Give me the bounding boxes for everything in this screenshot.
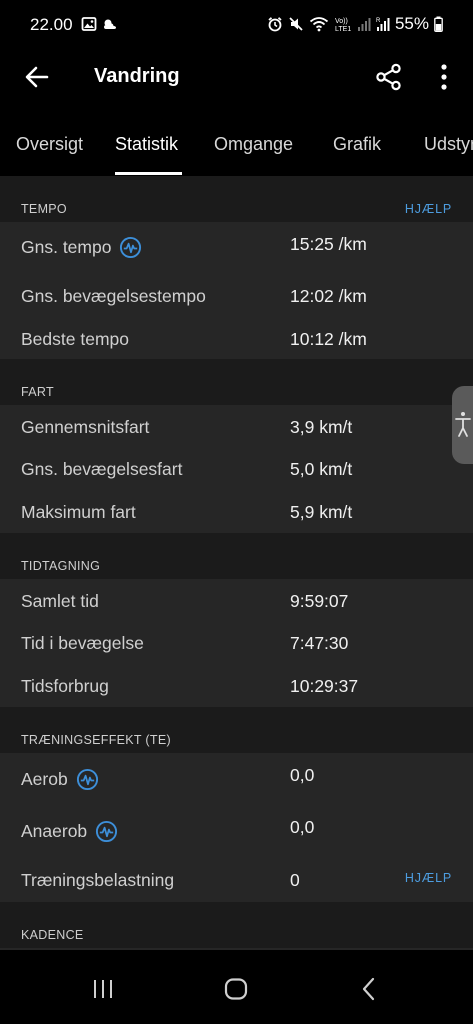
section-title: TIDTAGNING: [21, 559, 101, 573]
battery-icon: [434, 16, 443, 32]
gallery-icon: [81, 17, 97, 31]
row-value-anaerob: 0,0: [290, 817, 315, 837]
weather-icon: [104, 19, 116, 29]
heartbeat-info-icon[interactable]: [95, 820, 118, 843]
row-value-gns-bevaegelsesfart: 5,0 km/t: [290, 459, 353, 479]
status-system-icons: Vo)) LTE1 R 55%: [267, 14, 443, 34]
row-value-maksimum-fart: 5,9 km/t: [290, 502, 353, 522]
tempo-help-link[interactable]: HJÆLP: [405, 202, 452, 216]
section-header-tidtagning: TIDTAGNING: [0, 533, 473, 579]
statistics-list[interactable]: TEMPO HJÆLP Gns. tempo 15:25 /km Gns. be…: [0, 176, 473, 950]
section-header-kadence: KADENCE: [0, 902, 473, 948]
row-label-text: Anaerob: [21, 821, 88, 841]
accessibility-icon[interactable]: [452, 386, 473, 464]
row-label-samlet-tid: Samlet tid: [21, 591, 99, 611]
row-label-text: Aerob: [21, 769, 68, 789]
heartbeat-info-icon[interactable]: [76, 768, 99, 791]
row-value-gennemsnitsfart: 3,9 km/t: [290, 417, 353, 437]
section-title: TRÆNINGSEFFEKT (TE): [21, 733, 171, 747]
volte-icon: Vo)) LTE1: [335, 18, 351, 32]
svg-text:LTE1: LTE1: [335, 26, 351, 32]
tab-grafik[interactable]: Grafik: [333, 134, 381, 155]
section-title: FART: [21, 385, 54, 399]
row-label-tidsforbrug: Tidsforbrug: [21, 676, 109, 696]
row-value-tid-i-bevaegelse: 7:47:30: [290, 633, 349, 653]
status-time: 22.00: [30, 15, 73, 34]
section-header-traeningseffekt: TRÆNINGSEFFEKT (TE): [0, 707, 473, 753]
page-title: Vandring: [94, 65, 180, 87]
more-vertical-icon[interactable]: [432, 62, 456, 92]
section-tidtagning: Samlet tid 9:59:07 Tid i bevægelse 7:47:…: [0, 579, 473, 707]
home-icon[interactable]: [221, 974, 251, 1004]
mute-icon: [289, 17, 303, 31]
tab-bar: Oversigt Statistik Omgange Grafik Udstyr: [0, 120, 473, 176]
row-label-bedste-tempo: Bedste tempo: [21, 329, 129, 349]
signal-roaming-icon: R: [376, 18, 390, 31]
row-value-gns-tempo: 15:25 /km: [290, 234, 367, 254]
app-bar: Vandring: [0, 50, 473, 104]
row-label-maksimum-fart: Maksimum fart: [21, 502, 136, 522]
row-value-bedste-tempo: 10:12 /km: [290, 329, 367, 349]
battery-percent: 55%: [394, 14, 429, 33]
svg-text:Vo)): Vo)): [335, 18, 348, 25]
row-label-text: Gns. tempo: [21, 237, 112, 257]
row-label-aerob: Aerob: [21, 768, 99, 791]
row-label-gns-bevaegelsestempo: Gns. bevægelsestempo: [21, 286, 206, 306]
section-fart: Gennemsnitsfart 3,9 km/t Gns. bevægelses…: [0, 405, 473, 533]
section-tempo: Gns. tempo 15:25 /km Gns. bevægelsestemp…: [0, 222, 473, 359]
row-value-samlet-tid: 9:59:07: [290, 591, 349, 611]
active-tab-indicator: [115, 172, 182, 175]
tab-statistik[interactable]: Statistik: [115, 134, 178, 155]
wifi-icon: [309, 17, 329, 32]
row-label-gns-bevaegelsesfart: Gns. bevægelsesfart: [21, 459, 183, 479]
tab-omgange[interactable]: Omgange: [214, 134, 293, 155]
row-label-traeningsbelastning: Træningsbelastning: [21, 870, 175, 890]
recents-icon[interactable]: [88, 974, 118, 1004]
section-title: KADENCE: [21, 928, 84, 942]
share-icon[interactable]: [374, 62, 404, 92]
row-label-anaerob: Anaerob: [21, 820, 118, 843]
signal-icon: [357, 18, 371, 31]
section-header-fart: FART: [0, 359, 473, 405]
row-value-aerob: 0,0: [290, 765, 315, 785]
status-notification-icons: [81, 16, 119, 32]
nav-back-icon[interactable]: [355, 974, 385, 1004]
row-value-tidsforbrug: 10:29:37: [290, 676, 359, 696]
system-nav-bar: [0, 950, 473, 1024]
section-traeningseffekt: Aerob 0,0 Anaerob 0,0 Træningsbelastning…: [0, 753, 473, 902]
section-header-tempo: TEMPO HJÆLP: [0, 176, 473, 222]
alarm-icon: [268, 17, 282, 32]
row-label-gns-tempo: Gns. tempo: [21, 236, 142, 259]
row-label-tid-i-bevaegelse: Tid i bevægelse: [21, 633, 144, 653]
row-label-gennemsnitsfart: Gennemsnitsfart: [21, 417, 150, 437]
section-title: TEMPO: [21, 202, 67, 216]
screen: 22.00 Vo)) LTE1 R 55% Vandring Oversigt …: [0, 0, 473, 1024]
svg-text:R: R: [376, 18, 381, 24]
row-value-gns-bevaegelsestempo: 12:02 /km: [290, 286, 367, 306]
traeningseffekt-help-link[interactable]: HJÆLP: [405, 871, 452, 885]
tab-udstyr[interactable]: Udstyr: [424, 134, 473, 155]
status-bar: 22.00 Vo)) LTE1 R 55%: [0, 0, 473, 50]
heartbeat-info-icon[interactable]: [119, 236, 142, 259]
tab-oversigt[interactable]: Oversigt: [16, 134, 83, 155]
back-arrow-icon[interactable]: [22, 62, 52, 92]
row-value-traeningsbelastning: 0: [290, 870, 300, 890]
